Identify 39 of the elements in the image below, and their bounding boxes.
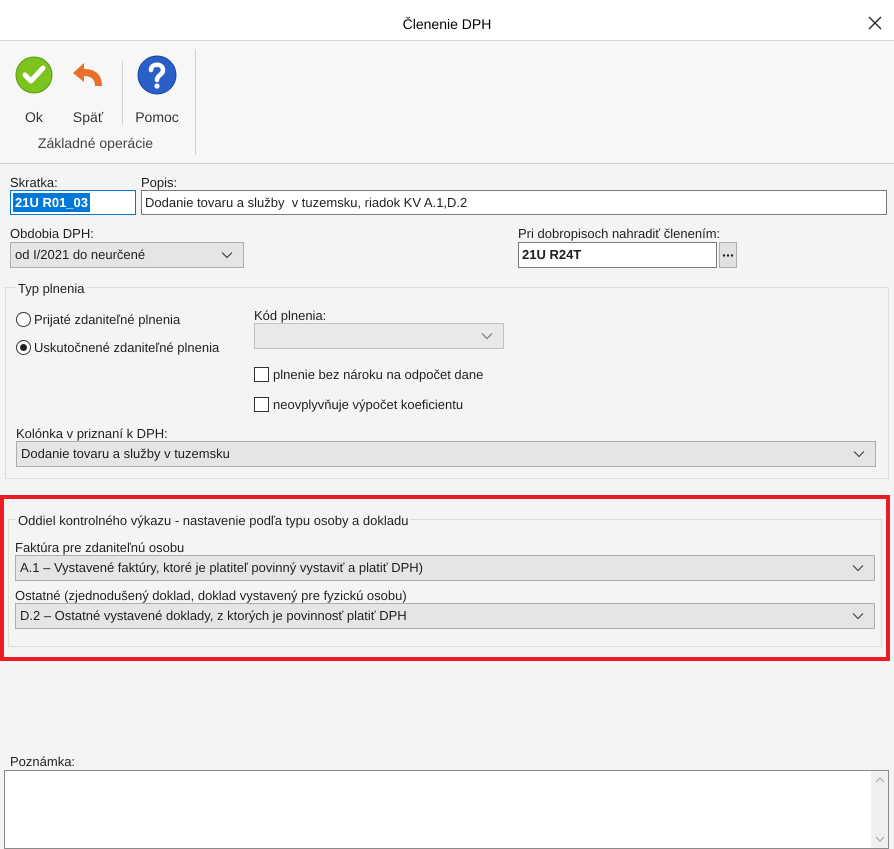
radio-button[interactable] [16,340,31,355]
chevron-icon [221,251,233,259]
chevron-icon [852,564,864,572]
more-icon [722,254,734,256]
field-label: Poznámka: [9,753,76,770]
toolbar-button[interactable]: Späť [62,53,114,133]
field-label: Obdobia DPH: [10,225,95,242]
dropdown[interactable]: A.1 – Vystavené faktúry, ktoré je platiteľ povinný vystaviť a platiť DPH) [15,555,875,581]
dropdown[interactable]: Dodanie tovaru a služby v tuzemsku [16,441,876,467]
group-label: Základné operácie [38,134,154,153]
chevron-icon [853,450,865,458]
radio-label: Uskutočnené zdaniteľné plnenia [34,338,220,357]
text-field[interactable]: 21U R24T [518,242,717,268]
text-field[interactable]: Dodanie tovaru a služby v tuzemsku, riadok KV A.1,D.2 [141,190,887,215]
field-label: Popis: [141,174,178,190]
close-icon[interactable] [868,16,882,30]
more-button[interactable] [719,242,737,268]
field-label: Kód plnenia: [254,307,328,323]
checkbox-label: plnenie bez nároku na odpočet dane [273,366,484,384]
field-label: Skratka: [10,174,59,190]
field-label: Faktúra pre zdaniteľnú osobu [15,539,184,555]
checkbox[interactable] [254,367,269,382]
radio-button[interactable] [16,312,31,328]
radio-label: Prijaté zdaniteľné plnenia [34,311,180,329]
text-field[interactable]: 21U R01_03 [10,190,136,215]
field-label: Pri dobropisoch nahradiť členením: [518,225,722,242]
dropdown[interactable]: od I/2021 do neurčené [10,242,244,268]
toolbar-button[interactable]: Pomoc [131,53,183,133]
field-label: Ostatné (zjednodušený doklad, doklad vystavený pre fyzickú osobu) [15,587,407,603]
window-title: Členenie DPH [402,14,492,34]
chevron-icon [481,332,493,340]
chevron-icon [852,612,864,620]
field-label: Kolónka v priznaní k DPH: [16,425,168,441]
help-icon [137,53,177,97]
checkbox[interactable] [254,396,269,412]
dropdown[interactable]: D.2 – Ostatné vystavené doklady, z ktorých je povinnosť platiť DPH [15,603,875,629]
checkbox-label: neovplyvňuje výpočet koeficientu [273,396,464,414]
toolbar-button[interactable]: Ok [8,53,60,133]
text-area[interactable] [4,770,889,849]
